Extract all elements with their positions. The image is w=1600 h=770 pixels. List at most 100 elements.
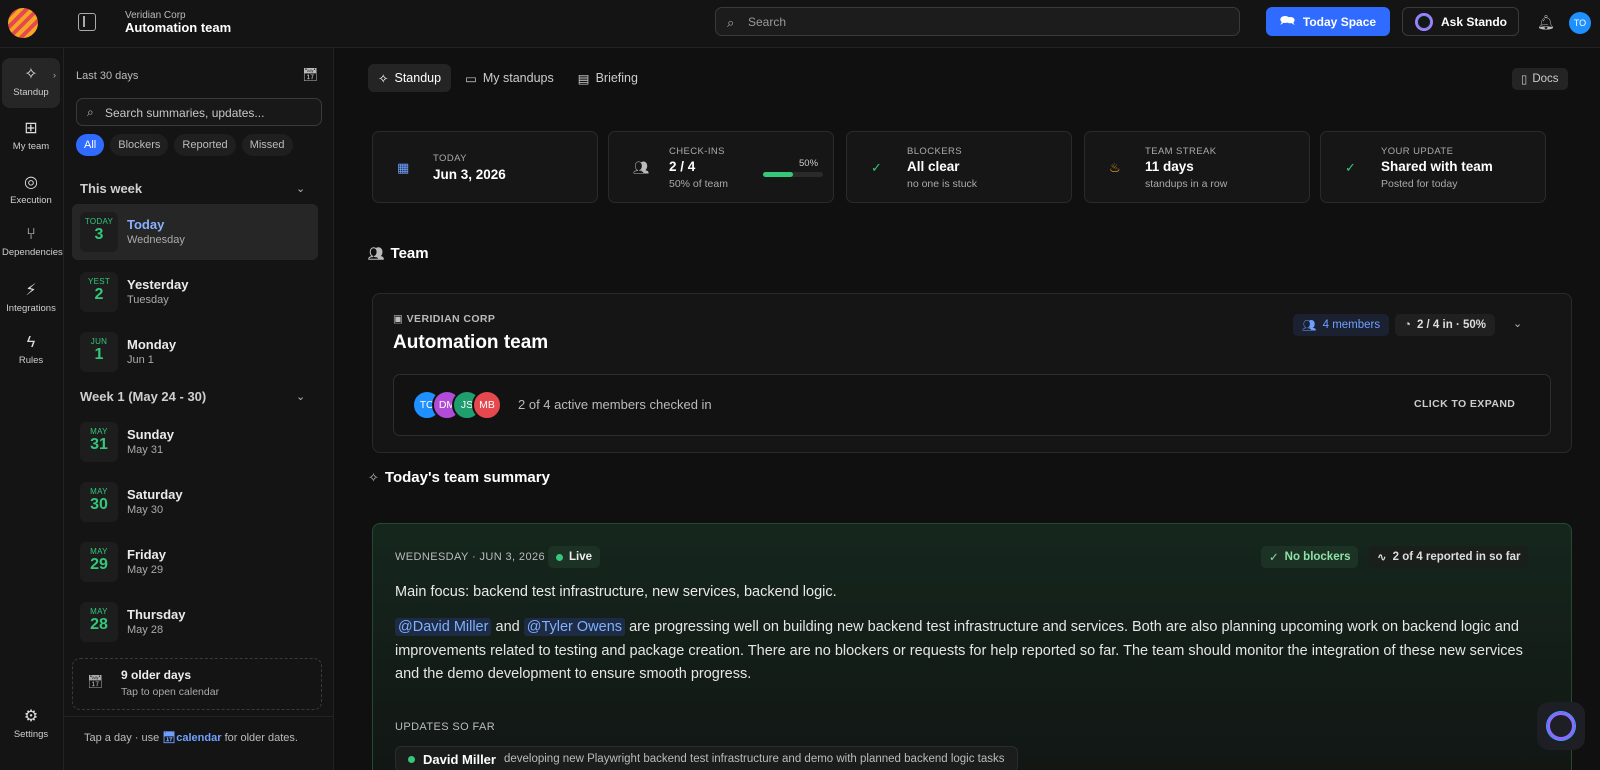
rail-item-integrations[interactable]: ⚡︎ Integrations [2, 274, 60, 324]
rail-label: My team [12, 141, 50, 152]
click-to-expand[interactable]: CLICK TO EXPAND [1414, 398, 1515, 410]
day-sub: Jun 1 [127, 354, 154, 366]
sidebar-search[interactable]: ⌕ [76, 98, 322, 126]
day-item-sunday[interactable]: MAY 31 Sunday May 31 [72, 414, 318, 470]
docs-label: Docs [1532, 73, 1559, 85]
target-icon: ◎ [24, 174, 38, 191]
filter-all[interactable]: All [76, 134, 105, 156]
calendar-search-icon[interactable]: 📅︎ [302, 67, 319, 83]
older-days-title: 9 older days [121, 668, 192, 682]
footer-text-post: for older dates. [224, 732, 298, 744]
badge-month: JUN [90, 337, 108, 346]
user-avatar[interactable]: TO [1569, 12, 1591, 34]
assistant-ring-icon [1547, 712, 1575, 740]
rail-item-dependencies[interactable]: ⑂ Dependencies [2, 220, 63, 270]
app-logo[interactable] [8, 8, 38, 38]
badge-day: 30 [90, 496, 108, 513]
day-item-friday[interactable]: MAY 29 Friday May 29 [72, 534, 318, 590]
day-sub: May 29 [127, 564, 164, 576]
calendar-link-label: calendar [176, 732, 222, 744]
no-blockers-label: No blockers [1284, 551, 1351, 563]
section-title: Team [390, 245, 429, 262]
sidebar-footer: Tap a day · use 📅︎calendar for older dat… [64, 716, 334, 770]
rail-label: Settings [13, 729, 49, 740]
rail-item-execution[interactable]: ◎ Execution [2, 166, 60, 216]
check-circle-icon: ✓ [1345, 160, 1356, 175]
calendar-icon: 📅︎ [162, 732, 177, 744]
members-button[interactable]: 👥︎ 4 members [1293, 314, 1390, 336]
badge-month: MAY [90, 487, 108, 496]
rail-item-my-team[interactable]: ⊞ My team [2, 112, 60, 162]
stat-label: BLOCKERS [907, 146, 962, 157]
date-badge: TODAY 3 [80, 212, 118, 252]
search-input[interactable] [748, 12, 1228, 32]
search-icon: ⌕ [87, 105, 94, 119]
chevron-down-icon[interactable]: ⌄ [296, 390, 305, 403]
avatar: MB [472, 390, 502, 420]
day-item-monday[interactable]: JUN 1 Monday Jun 1 [72, 324, 318, 380]
building-icon: ▣ [393, 313, 404, 325]
checkin-badge: ◔ 2 / 4 in · 50% [1395, 314, 1495, 336]
chevron-down-icon[interactable]: ⌄ [1513, 317, 1522, 330]
docs-button[interactable]: ▯ Docs [1512, 68, 1568, 90]
global-search[interactable]: ⌕ [715, 7, 1240, 36]
rail-item-rules[interactable]: ϟ Rules [2, 328, 60, 378]
today-space-button[interactable]: 🗪 Today Space [1266, 7, 1390, 36]
stat-value: 2 / 4 [669, 159, 696, 174]
mention-tyler-owens[interactable]: @Tyler Owens [523, 618, 626, 636]
day-name: Thursday [127, 607, 186, 622]
tab-my-standups[interactable]: ▭ My standups [455, 64, 564, 92]
checkin-progress-bar [763, 172, 823, 177]
day-item-thursday[interactable]: MAY 28 Thursday May 28 [72, 594, 318, 650]
group-this-week[interactable]: This week [80, 181, 142, 196]
stat-blockers: ✓ BLOCKERS All clear no one is stuck [846, 131, 1072, 203]
rail-item-standup[interactable]: ✧ Standup › [2, 58, 60, 108]
day-item-saturday[interactable]: MAY 30 Saturday May 30 [72, 474, 318, 530]
calendar-icon: ▭ [465, 71, 477, 86]
badge-day: 28 [90, 616, 108, 633]
ask-stando-button[interactable]: Ask Stando [1402, 7, 1519, 36]
older-days-sub: Tap to open calendar [121, 686, 220, 698]
stat-today: ▦ TODAY Jun 3, 2026 [372, 131, 598, 203]
tab-standup[interactable]: ✧ Standup [368, 64, 452, 92]
bell-icon[interactable]: 🔔︎ [1537, 14, 1555, 31]
members-expand-panel[interactable]: TO DM JS MB 2 of 4 active members checke… [393, 374, 1551, 436]
stat-sub: 50% of team [669, 178, 728, 190]
filter-missed[interactable]: Missed [241, 134, 293, 156]
grid-icon: ⊞ [24, 120, 38, 137]
tab-briefing[interactable]: ▤ Briefing [568, 64, 648, 92]
conjunction: and [495, 619, 520, 635]
filter-blockers[interactable]: Blockers [110, 134, 169, 156]
date-badge: YEST 2 [80, 272, 118, 312]
calendar-icon: ▦ [397, 160, 410, 175]
reported-label: 2 of 4 reported in so far [1392, 551, 1521, 563]
chevron-down-icon[interactable]: ⌄ [296, 182, 305, 195]
team-name[interactable]: Automation team [125, 20, 231, 35]
updates-label: UPDATES SO FAR [395, 721, 496, 733]
calendar-link[interactable]: 📅︎calendar [162, 732, 221, 744]
stat-sub: Posted for today [1381, 178, 1458, 190]
sidebar-toggle-icon[interactable] [78, 13, 96, 31]
stat-label: TODAY [433, 153, 467, 164]
rail-item-settings[interactable]: ⚙ Settings [2, 700, 60, 750]
mention-david-miller[interactable]: @David Miller [395, 618, 492, 636]
day-sub: Tuesday [127, 294, 169, 306]
older-days-button[interactable]: 📅︎ 9 older days Tap to open calendar [72, 658, 322, 710]
assistant-fab[interactable] [1537, 702, 1585, 750]
filter-reported[interactable]: Reported [174, 134, 236, 156]
progress-fill [763, 172, 793, 177]
date-badge: JUN 1 [80, 332, 118, 372]
sidebar-search-input[interactable] [105, 103, 315, 123]
sparkle-icon: ✧ [24, 66, 38, 83]
update-row[interactable]: David Miller developing new Playwright b… [395, 746, 1018, 770]
stat-check-ins: 👥︎ CHECK-INS 2 / 4 50% of team 50% [608, 131, 834, 203]
day-item-today[interactable]: TODAY 3 Today Wednesday [72, 204, 318, 260]
team-org-label: VERIDIAN CORP [406, 313, 496, 325]
day-item-yesterday[interactable]: YEST 2 Yesterday Tuesday [72, 264, 318, 320]
date-badge: MAY 29 [80, 542, 118, 582]
live-badge: Live [548, 546, 601, 568]
group-week-1[interactable]: Week 1 (May 24 - 30) [80, 389, 206, 404]
day-name: Monday [127, 337, 177, 352]
gear-icon: ⚙ [23, 708, 39, 725]
stat-sub: standups in a row [1145, 178, 1228, 190]
